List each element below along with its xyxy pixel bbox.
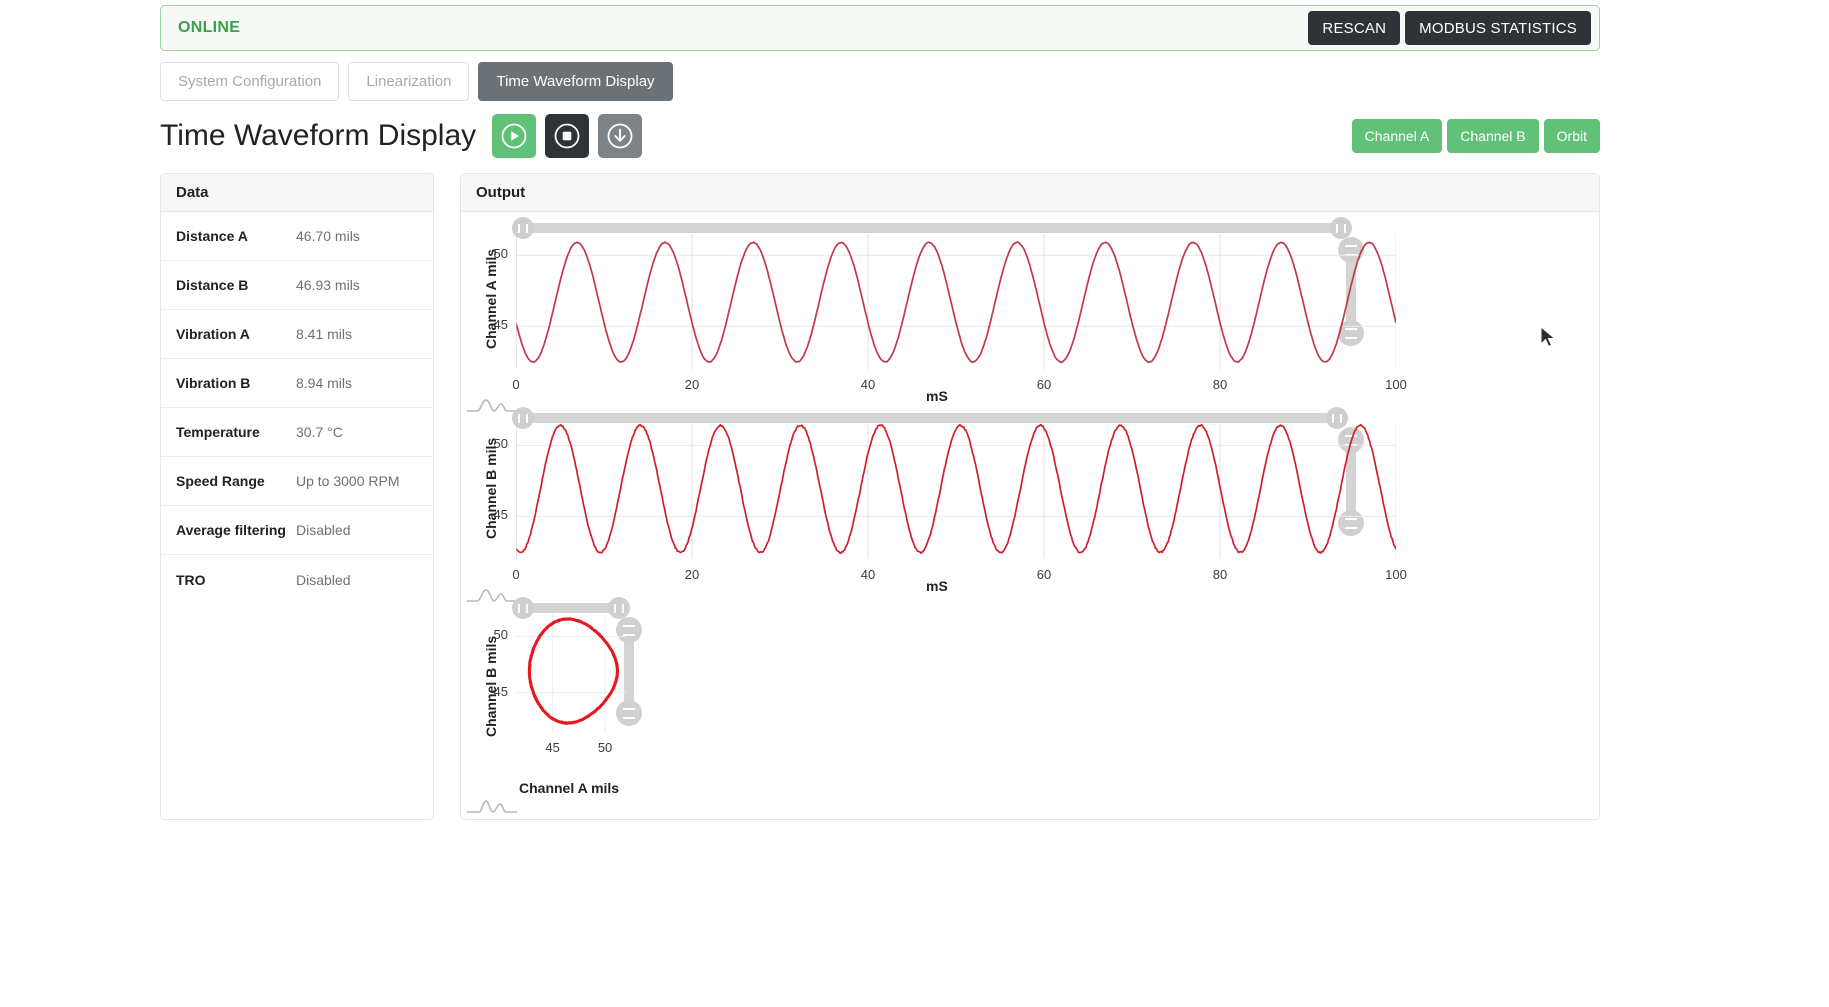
channel-a-horizontal-slider[interactable] (519, 223, 1341, 233)
data-row-value: Up to 3000 RPM (296, 473, 400, 489)
data-row-value: 8.94 mils (296, 375, 353, 391)
data-row: Temperature 30.7 °C (161, 408, 433, 457)
data-row-label: Vibration A (176, 326, 250, 342)
y-tick-label: 50 (493, 246, 508, 262)
data-row-value: 46.70 mils (296, 228, 360, 244)
data-row: Vibration A 8.41 mils (161, 310, 433, 359)
channel-b-horizontal-slider[interactable] (519, 413, 1337, 423)
x-tick-label: 80 (1212, 377, 1228, 392)
x-tick-label: 0 (512, 377, 520, 392)
orbit-x-tick-label: 50 (597, 740, 613, 755)
app-root: ONLINE RESCAN MODBUS STATISTICS System C… (0, 0, 1829, 1007)
play-icon (501, 123, 527, 149)
x-tick-label: 60 (1036, 377, 1052, 392)
data-row-label: Vibration B (176, 375, 251, 391)
data-row: TRO Disabled (161, 555, 433, 604)
data-row: Average filtering Disabled (161, 506, 433, 555)
x-tick-label: 40 (860, 377, 876, 392)
orbit-plot (516, 614, 626, 732)
status-actions: RESCAN MODBUS STATISTICS (1308, 11, 1591, 45)
data-row-label: Distance B (176, 277, 249, 293)
x-tick-label: 100 (1385, 377, 1407, 392)
channel-b-button[interactable]: Channel B (1447, 119, 1539, 153)
status-bar: ONLINE RESCAN MODBUS STATISTICS (160, 5, 1600, 51)
x-tick-label: 100 (1385, 567, 1407, 582)
data-panel-title: Data (161, 174, 433, 212)
data-row: Distance A 46.70 mils (161, 212, 433, 261)
data-row-value: 46.93 mils (296, 277, 360, 293)
channel-a-y-axis-title: Channel A mils (483, 248, 499, 349)
data-row: Vibration B 8.94 mils (161, 359, 433, 408)
x-tick-label: 80 (1212, 567, 1228, 582)
data-row-value: 30.7 °C (296, 424, 343, 440)
play-button[interactable] (492, 114, 537, 158)
orbit-x-axis-title: Channel A mils (519, 780, 620, 796)
channel-buttons: Channel A Channel B Orbit (1351, 119, 1600, 153)
orbit-y-tick-label: 50 (493, 627, 508, 643)
x-tick-label: 0 (512, 567, 520, 582)
data-row-label: Temperature (176, 424, 260, 440)
orbit-y-tick-label: 45 (493, 683, 508, 699)
stop-icon (554, 123, 580, 149)
orbit-horizontal-slider[interactable] (519, 603, 619, 613)
channel-b-plot (516, 424, 1396, 559)
output-panel-title: Output (461, 174, 1599, 212)
orbit-button[interactable]: Orbit (1543, 119, 1600, 153)
data-row-label: TRO (176, 571, 206, 588)
orbit-thumbnail-icon[interactable] (467, 798, 517, 814)
data-row: Speed Range Up to 3000 RPM (161, 457, 433, 506)
data-panel: Data Distance A 46.70 mils Distance B 46.93… (160, 173, 434, 820)
channel-a-plot (516, 234, 1396, 369)
tab-linearization[interactable]: Linearization (348, 62, 470, 101)
stop-button[interactable] (545, 114, 590, 158)
channel-a-button[interactable]: Channel A (1351, 119, 1443, 153)
data-row-value: Disabled (296, 571, 351, 588)
y-tick-label: 45 (493, 317, 508, 333)
y-tick-label: 45 (493, 507, 508, 523)
rescan-button[interactable]: RESCAN (1308, 11, 1401, 45)
channel-b-chart: Channel B mils 0 20 40 60 80 100 45 50 mS (461, 402, 1599, 602)
x-tick-label: 60 (1036, 567, 1052, 582)
data-table: Distance A 46.70 mils Distance B 46.93 mils… (161, 212, 433, 604)
data-row: Distance B 46.93 mils (161, 261, 433, 310)
data-row-value: Disabled (296, 522, 351, 538)
orbit-x-tick-label: 45 (545, 740, 560, 755)
download-icon (607, 123, 633, 149)
modbus-statistics-button[interactable]: MODBUS STATISTICS (1405, 11, 1591, 45)
channel-a-chart: Channel A mils 0 20 40 60 80 100 45 50 mS (461, 212, 1599, 412)
x-tick-label: 40 (860, 567, 876, 582)
data-row-value: 8.41 mils (296, 326, 353, 342)
x-tick-label: 20 (684, 567, 700, 582)
page-container: ONLINE RESCAN MODBUS STATISTICS System C… (160, 0, 1600, 1007)
data-row-label: Distance A (176, 228, 248, 244)
x-tick-label: 20 (684, 377, 700, 392)
download-button[interactable] (598, 114, 643, 158)
orbit-chart: Channel B mils 45 50 45 50 Channel A mils (461, 592, 1599, 814)
tab-time-waveform-display[interactable]: Time Waveform Display (478, 62, 673, 101)
tab-bar: System Configuration Linearization Time … (160, 62, 673, 101)
header-row: Time Waveform Display Channel A Channel … (160, 110, 1600, 162)
output-panel: Output Channel A mils 0 20 40 60 80 100 45 50 m… (460, 173, 1600, 820)
y-tick-label: 50 (493, 436, 508, 452)
channel-b-y-axis-title: Channel B mils (483, 437, 499, 539)
tab-system-configuration[interactable]: System Configuration (160, 62, 340, 101)
data-row-label: Speed Range (176, 473, 265, 489)
page-title: Time Waveform Display (160, 119, 477, 152)
status-badge: ONLINE (178, 19, 241, 36)
data-row-label: Average filtering (176, 522, 286, 538)
